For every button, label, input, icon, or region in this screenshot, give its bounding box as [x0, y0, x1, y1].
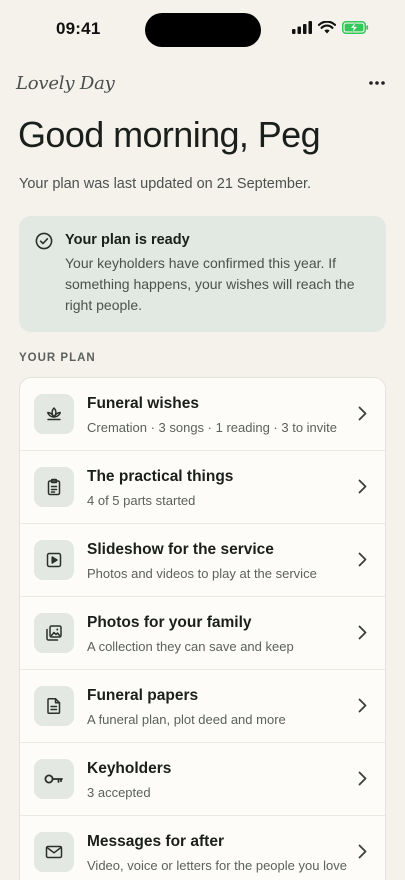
plan-item-subtitle: 3 accepted — [87, 785, 151, 800]
chevron-right-icon — [358, 406, 367, 426]
chevron-right-icon — [358, 771, 367, 791]
plan-item-funeral-wishes[interactable]: Funeral wishes Cremation · 3 songs · 1 r… — [20, 378, 385, 451]
chevron-right-icon — [358, 844, 367, 864]
status-bar: 09:41 — [0, 0, 405, 60]
plan-item-title: Photos for your family — [87, 614, 252, 631]
plan-item-title: Messages for after — [87, 833, 224, 850]
check-circle-icon — [35, 232, 53, 255]
plan-item-title: Keyholders — [87, 760, 172, 777]
photos-icon — [34, 613, 74, 653]
last-updated-text: Your plan was last updated on 21 Septemb… — [19, 176, 312, 192]
plan-item-funeral-papers[interactable]: Funeral papers A funeral plan, plot deed… — [20, 670, 385, 743]
plan-item-practical-things[interactable]: The practical things 4 of 5 parts starte… — [20, 451, 385, 524]
signal-icon — [292, 21, 312, 39]
chevron-right-icon — [358, 552, 367, 572]
lotus-icon — [34, 394, 74, 434]
play-icon — [34, 540, 74, 580]
plan-item-slideshow[interactable]: Slideshow for the service Photos and vid… — [20, 524, 385, 597]
envelope-icon — [34, 832, 74, 872]
clipboard-icon — [34, 467, 74, 507]
plan-list: Funeral wishes Cremation · 3 songs · 1 r… — [19, 377, 386, 880]
plan-item-subtitle: Cremation · 3 songs · 1 reading · 3 to i… — [87, 420, 338, 435]
chevron-right-icon — [358, 479, 367, 499]
plan-ready-body: Your keyholders have confirmed this year… — [65, 255, 355, 313]
plan-item-title: Funeral wishes — [87, 395, 199, 412]
battery-charging-icon — [342, 21, 369, 39]
document-icon — [34, 686, 74, 726]
plan-item-subtitle: A funeral plan, plot deed and more — [87, 712, 286, 727]
plan-item-messages-after[interactable]: Messages for after Video, voice or lette… — [20, 816, 385, 880]
dynamic-island — [145, 13, 261, 47]
plan-ready-card: Your plan is ready Your keyholders have … — [19, 216, 386, 332]
plan-item-photos-family[interactable]: Photos for your family A collection they… — [20, 597, 385, 670]
plan-item-title: The practical things — [87, 468, 234, 485]
wifi-icon — [317, 20, 337, 39]
plan-item-title: Funeral papers — [87, 687, 199, 704]
plan-item-title: Slideshow for the service — [87, 541, 274, 558]
plan-item-subtitle: 4 of 5 parts started — [87, 493, 196, 508]
brand-logo-text: Lovely Day — [16, 72, 115, 94]
section-label-your-plan: YOUR PLAN — [19, 352, 96, 364]
plan-item-subtitle: Photos and videos to play at the service — [87, 566, 317, 581]
status-time: 09:41 — [56, 19, 101, 38]
plan-ready-title: Your plan is ready — [65, 232, 190, 248]
plan-item-subtitle: A collection they can save and keep — [87, 639, 294, 654]
chevron-right-icon — [358, 698, 367, 718]
status-icons — [292, 20, 369, 39]
plan-item-keyholders[interactable]: Keyholders 3 accepted — [20, 743, 385, 816]
chevron-right-icon — [358, 625, 367, 645]
plan-item-subtitle: Video, voice or letters for the people y… — [87, 858, 347, 873]
app-header: Lovely Day — [16, 70, 391, 96]
more-options-button[interactable] — [363, 71, 391, 95]
more-dots-icon — [369, 81, 385, 85]
key-icon — [34, 759, 74, 799]
greeting-title: Good morning, Peg — [18, 114, 321, 155]
